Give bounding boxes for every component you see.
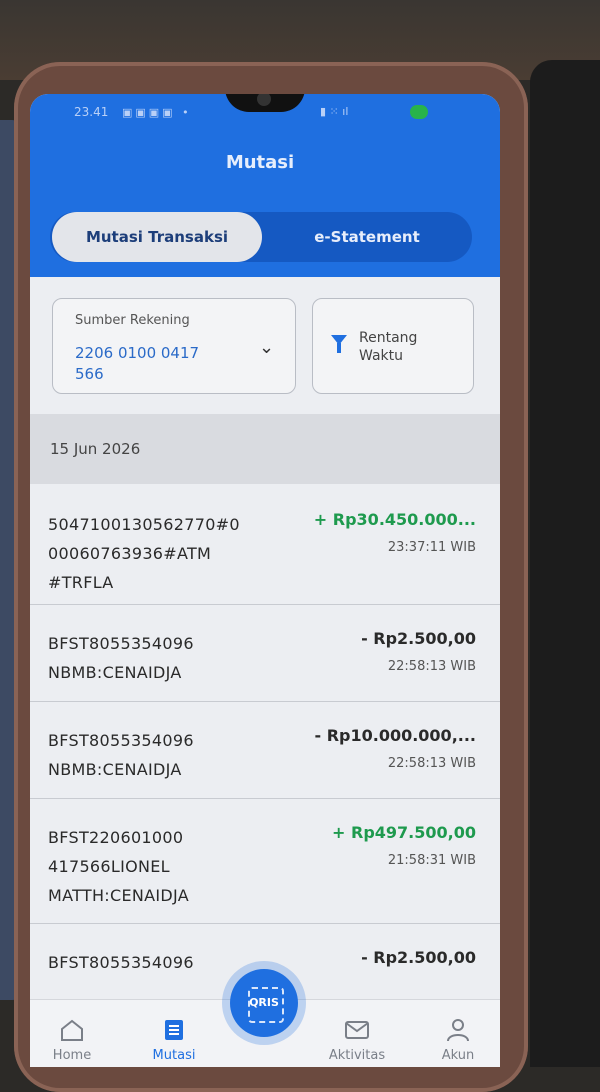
transaction-list: 5047100130562770#0 00060763936#ATM #TRFL… [30,486,500,1014]
transaction-row[interactable]: BFST220601000 417566LIONEL MATTH:CENAIDJ… [30,799,500,924]
battery-icon [410,105,428,119]
transaction-row[interactable]: BFST8055354096 NBMB:CENAIDJA - Rp2.500,0… [30,605,500,702]
transaction-description: BFST220601000 417566LIONEL MATTH:CENAIDJ… [48,828,190,905]
mail-icon [345,1021,369,1039]
page-title: Mutasi [225,152,295,173]
source-account-select[interactable]: Sumber Rekening 2206 0100 0417 566 ⌄ [52,298,296,394]
date-group-header: 15 Jun 2026 [30,414,500,484]
signal-icon: ▮ ⁙ ıl [320,105,349,118]
notification-icons: ▣▣▣▣ • [122,106,192,119]
date-range-button[interactable]: Rentang Waktu [312,298,474,394]
transaction-time: 23:37:11 WIB [387,540,476,555]
transaction-amount: + Rp497.500,00 [332,823,476,842]
filter-icon-stem [337,343,341,353]
tab-e-statement[interactable]: e-Statement [264,212,470,262]
source-account-value: 2206 0100 0417 566 [75,344,200,383]
nav-aktivitas[interactable]: Aktivitas [317,1018,397,1063]
status-time: 23.41 [74,105,109,119]
transaction-time: 22:58:13 WIB [387,756,476,771]
tab-bar: Mutasi Transaksi e-Statement [50,212,472,262]
transaction-description: BFST8055354096 NBMB:CENAIDJA [48,731,194,779]
transaction-description: BFST8055354096 NBMB:CENAIDJA [48,634,194,682]
transaction-description: 5047100130562770#0 00060763936#ATM #TRFL… [48,515,240,592]
source-account-label: Sumber Rekening [75,313,190,328]
nav-mutasi[interactable]: Mutasi [134,1018,214,1063]
receipt-icon [165,1020,183,1040]
app-header: 23.41 ▣▣▣▣ • ▮ ⁙ ıl Mutasi Mutasi Transa… [30,94,500,277]
home-icon [61,1019,83,1041]
nav-home-label: Home [52,1048,92,1063]
date-group-label: 15 Jun 2026 [50,440,141,458]
filter-row: Sumber Rekening 2206 0100 0417 566 ⌄ Ren… [30,294,500,398]
nav-aktivitas-label: Aktivitas [328,1048,386,1063]
nav-akun-label: Akun [441,1048,475,1063]
transaction-amount: - Rp2.500,00 [361,948,476,967]
user-icon [447,1019,469,1042]
transaction-row[interactable]: 5047100130562770#0 00060763936#ATM #TRFL… [30,486,500,605]
app-screen: 23.41 ▣▣▣▣ • ▮ ⁙ ıl Mutasi Mutasi Transa… [30,94,500,1067]
nav-home[interactable]: Home [32,1018,112,1063]
transaction-time: 21:58:31 WIB [387,853,476,868]
nav-mutasi-label: Mutasi [152,1048,196,1063]
transaction-row[interactable]: BFST8055354096 NBMB:CENAIDJA - Rp10.000.… [30,702,500,799]
qris-button[interactable]: QRIS [230,969,298,1037]
background-phone-right [530,60,600,1067]
transaction-time: 22:58:13 WIB [387,659,476,674]
transaction-amount: + Rp30.450.000... [313,510,476,529]
nav-akun[interactable]: Akun [418,1018,498,1063]
chevron-down-icon: ⌄ [259,337,275,358]
transaction-amount: - Rp10.000.000,... [314,726,476,745]
transaction-description: BFST8055354096 [48,953,194,972]
qris-scan-icon [248,987,284,1023]
tab-mutasi-transaksi[interactable]: Mutasi Transaksi [52,212,262,262]
transaction-amount: - Rp2.500,00 [361,629,476,648]
date-range-label: Rentang Waktu [359,330,418,364]
status-bar: 23.41 ▣▣▣▣ • ▮ ⁙ ıl [30,102,500,124]
